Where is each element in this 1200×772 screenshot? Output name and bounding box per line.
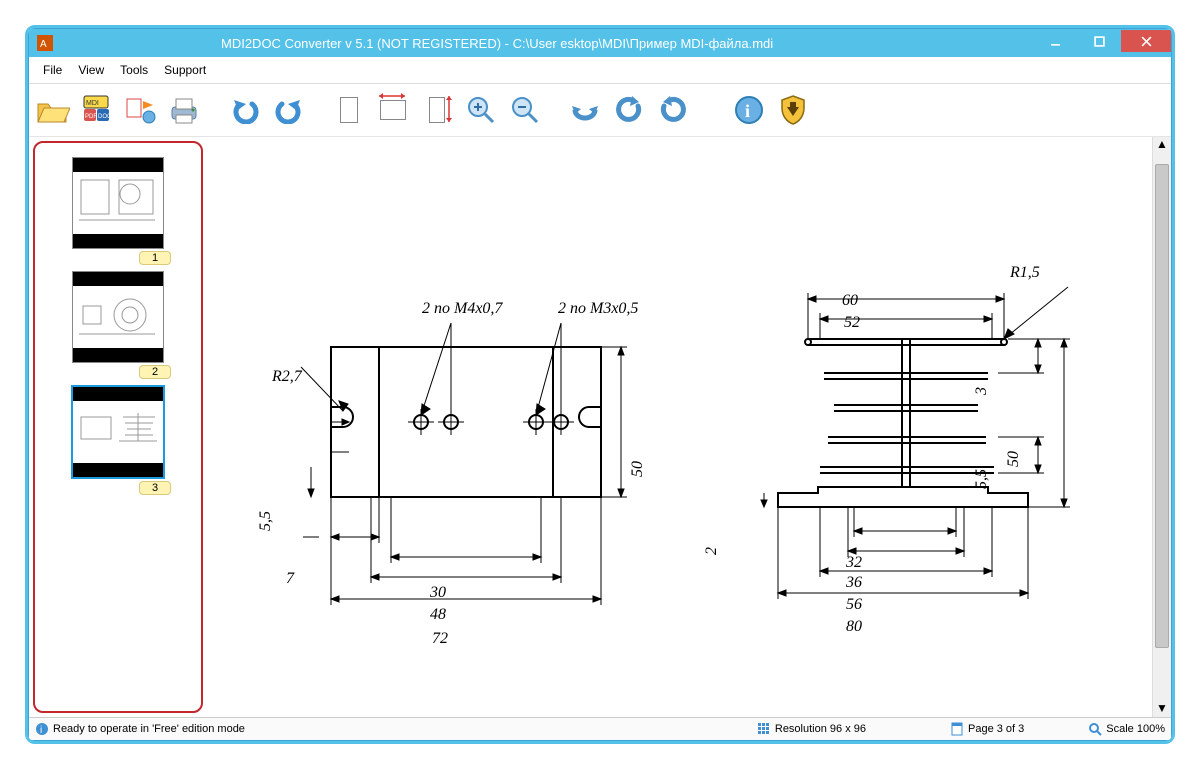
status-bar: i Ready to operate in 'Free' edition mod…: [29, 717, 1171, 740]
thumb-1-number: 1: [139, 251, 171, 265]
rotate-right-button[interactable]: [653, 90, 693, 130]
menu-view[interactable]: View: [70, 61, 112, 79]
status-scale: Scale 100%: [1106, 723, 1165, 735]
status-resolution: Resolution 96 x 96: [775, 723, 866, 735]
svg-text:PDF: PDF: [85, 114, 97, 120]
thumb-2-number: 2: [139, 365, 171, 379]
vertical-scrollbar[interactable]: ▲ ▼: [1152, 137, 1171, 717]
toolbar: MDI PDF DOC: [29, 84, 1171, 137]
app-icon: A: [37, 35, 53, 51]
label-2: 2: [703, 547, 721, 555]
convert-image-button[interactable]: [121, 90, 161, 130]
thumbnail-page-2[interactable]: [72, 271, 164, 363]
document-viewport[interactable]: 2 по M4x0,7 2 по M3x0,5 R2,7 5,5 7 30 48…: [207, 137, 1152, 717]
svg-text:A: A: [40, 39, 47, 50]
thumbnails-panel: 1 2 3: [33, 141, 203, 713]
zoom-out-button[interactable]: [505, 90, 545, 130]
info-button[interactable]: i: [729, 90, 769, 130]
label-72: 72: [432, 630, 448, 648]
page-content: 2 по M4x0,7 2 по M3x0,5 R2,7 5,5 7 30 48…: [207, 137, 1152, 717]
fit-width-button[interactable]: [373, 90, 413, 130]
window-title: MDI2DOC Converter v 5.1 (NOT REGISTERED)…: [221, 36, 773, 51]
menu-bar: File View Tools Support: [29, 57, 1171, 84]
status-ready: Ready to operate in 'Free' edition mode: [53, 723, 245, 735]
thumbnail-page-1[interactable]: [72, 157, 164, 249]
title-bar: A MDI2DOC Converter v 5.1 (NOT REGISTERE…: [29, 29, 1171, 57]
register-button[interactable]: [773, 90, 813, 130]
page-icon: [950, 722, 964, 736]
svg-text:i: i: [745, 101, 750, 121]
drawing-right: [738, 227, 1118, 627]
thumbnail-page-3[interactable]: [71, 385, 165, 479]
rotate-180-button[interactable]: [565, 90, 605, 130]
print-button[interactable]: [165, 90, 205, 130]
undo-button[interactable]: [225, 90, 265, 130]
open-file-button[interactable]: [33, 90, 73, 130]
fit-height-button[interactable]: [417, 90, 457, 130]
redo-button[interactable]: [269, 90, 309, 130]
fit-page-button[interactable]: [329, 90, 369, 130]
convert-pdf-doc-button[interactable]: MDI PDF DOC: [77, 90, 117, 130]
svg-text:MDI: MDI: [86, 100, 99, 107]
thumb-3-number: 3: [139, 481, 171, 495]
drawing-left: [241, 227, 671, 627]
zoom-icon: [1088, 722, 1102, 736]
minimize-button[interactable]: [1033, 30, 1077, 52]
menu-support[interactable]: Support: [156, 61, 214, 79]
maximize-button[interactable]: [1077, 30, 1121, 52]
menu-tools[interactable]: Tools: [112, 61, 156, 79]
status-page: Page 3 of 3: [968, 723, 1024, 735]
info-icon: i: [35, 722, 49, 736]
rotate-left-button[interactable]: [609, 90, 649, 130]
svg-text:DOC: DOC: [98, 114, 112, 120]
zoom-in-button[interactable]: [461, 90, 501, 130]
svg-text:i: i: [40, 725, 42, 736]
grid-icon: [757, 722, 771, 736]
close-button[interactable]: [1121, 30, 1171, 52]
menu-file[interactable]: File: [35, 61, 70, 79]
